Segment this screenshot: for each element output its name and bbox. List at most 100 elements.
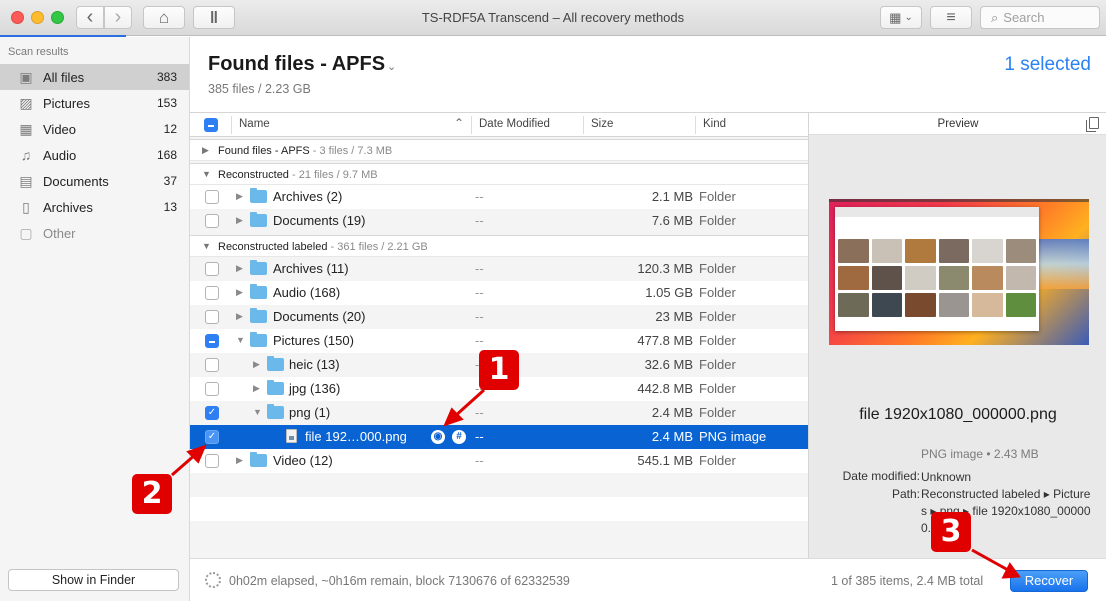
disclosure-down-icon[interactable]: ▼ (236, 335, 245, 345)
table-row[interactable]: ▶ Documents (20) -- 23 MB Folder (190, 305, 808, 329)
row-date: -- (475, 453, 484, 468)
recover-button[interactable]: Recover (1010, 570, 1088, 592)
row-name: Audio (168) (273, 285, 341, 300)
disclosure-right-icon[interactable]: ▶ (236, 215, 243, 226)
preview-thumbnail[interactable] (829, 199, 1089, 345)
group-row-found-files[interactable]: ▶ Found files - APFS - 3 files / 7.3 MB (190, 139, 808, 161)
disclosure-right-icon[interactable]: ▶ (236, 191, 243, 202)
check-icon: ✓ (207, 431, 217, 442)
app-window: ‹ › ⌂ ‖ TS-RDF5A Transcend – All recover… (0, 0, 1106, 601)
back-button[interactable]: ‹ (76, 6, 104, 29)
row-date: -- (475, 309, 484, 324)
row-checkbox[interactable] (205, 454, 219, 468)
sidebar-item-all-files[interactable]: ▣ All files 383 (0, 64, 189, 90)
column-kind[interactable]: Kind (703, 118, 726, 130)
selected-count[interactable]: 1 selected (1004, 54, 1091, 76)
group-row-reconstructed-labeled[interactable]: ▼ Reconstructed labeled - 361 files / 2.… (190, 235, 808, 257)
page-title[interactable]: Found files - APFS ⌄ (208, 53, 396, 76)
group-name: Found files - APFS (218, 145, 310, 157)
filter-button[interactable]: ≡ (930, 6, 972, 29)
scan-progress-text: 0h02m elapsed, ~0h16m remain, block 7130… (229, 574, 570, 588)
show-in-finder-button[interactable]: Show in Finder (8, 569, 179, 591)
group-name: Reconstructed labeled (218, 241, 328, 253)
eye-preview-icon[interactable]: ◉ (431, 430, 445, 444)
path-label: Path: (891, 487, 920, 501)
row-checkbox[interactable] (205, 358, 219, 372)
table-row[interactable]: ▶ Documents (19) -- 7.6 MB Folder (190, 209, 808, 233)
row-checkbox[interactable]: ✓ (205, 406, 219, 420)
column-date-modified[interactable]: Date Modified (479, 118, 550, 130)
row-checkbox[interactable]: ✓ (205, 430, 219, 444)
row-checkbox[interactable] (205, 190, 219, 204)
row-checkbox[interactable] (205, 286, 219, 300)
group-meta: - 3 files / 7.3 MB (309, 145, 393, 157)
sort-ascending-icon[interactable]: ⌃ (454, 116, 464, 130)
sidebar-item-audio[interactable]: ♫ Audio 168 (0, 142, 189, 168)
pictures-icon: ▨ (19, 94, 33, 111)
view-mode-button[interactable]: ▦ ⌄ (880, 6, 922, 29)
sidebar-item-video[interactable]: ▦ Video 12 (0, 116, 189, 142)
pause-button[interactable]: ‖ (193, 6, 235, 29)
chevron-left-icon: ‹ (86, 6, 94, 28)
disclosure-down-icon[interactable]: ▼ (253, 407, 262, 417)
table-header: Name ⌃ Date Modified Size Kind (190, 113, 808, 137)
copy-icon[interactable] (1086, 117, 1099, 132)
search-input[interactable]: ⌕ Search (980, 6, 1100, 29)
row-kind: Folder (699, 405, 736, 420)
row-name: heic (13) (289, 357, 340, 372)
thumbnail-image-grid (838, 239, 1036, 317)
minimize-window-button[interactable] (31, 11, 44, 24)
disclosure-right-icon[interactable]: ▶ (236, 287, 243, 298)
row-name: png (1) (289, 405, 331, 420)
forward-button[interactable]: › (104, 6, 132, 29)
folder-icon (250, 188, 267, 203)
annotation-badge-3: 3 (931, 512, 971, 552)
row-name: Archives (11) (273, 261, 349, 276)
empty-row (190, 473, 808, 497)
disclosure-right-icon[interactable]: ▶ (236, 311, 243, 322)
disclosure-right-icon[interactable]: ▶ (253, 383, 260, 394)
column-divider (471, 116, 472, 134)
disclosure-right-icon[interactable]: ▶ (253, 359, 260, 370)
thumbnail-browser (835, 207, 1039, 331)
thumb-tile (938, 293, 969, 317)
row-name: Documents (20) (273, 309, 366, 324)
select-all-checkbox[interactable] (204, 118, 218, 132)
row-size: 2.4 MB (651, 429, 693, 444)
row-checkbox[interactable] (205, 214, 219, 228)
thumb-tile (972, 293, 1003, 317)
sidebar-item-other[interactable]: ▢ Other (0, 220, 189, 246)
table-row[interactable]: ✓ ▼ png (1) -- 2.4 MB Folder (190, 401, 808, 425)
sidebar-item-documents[interactable]: ▤ Documents 37 (0, 168, 189, 194)
sidebar: Scan results ▣ All files 383 ▨ Pictures … (0, 37, 190, 601)
table-row[interactable]: ▶ Archives (11) -- 120.3 MB Folder (190, 257, 808, 281)
row-checkbox[interactable] (205, 382, 219, 396)
close-window-button[interactable] (11, 11, 24, 24)
hash-icon[interactable]: # (452, 430, 466, 444)
row-date: -- (475, 261, 484, 276)
search-icon: ⌕ (991, 9, 999, 25)
sidebar-item-archives[interactable]: ▯ Archives 13 (0, 194, 189, 220)
folder-icon (250, 308, 267, 323)
table-row[interactable]: ▶ Video (12) -- 545.1 MB Folder (190, 449, 808, 473)
disclosure-right-icon[interactable]: ▶ (202, 145, 209, 156)
group-row-reconstructed[interactable]: ▼ Reconstructed - 21 files / 9.7 MB (190, 163, 808, 185)
disclosure-right-icon[interactable]: ▶ (236, 455, 243, 466)
table-row[interactable]: ▶ Archives (2) -- 2.1 MB Folder (190, 185, 808, 209)
thumb-tile (938, 266, 969, 290)
sidebar-item-pictures[interactable]: ▨ Pictures 153 (0, 90, 189, 116)
column-size[interactable]: Size (591, 118, 613, 130)
disclosure-down-icon[interactable]: ▼ (202, 169, 211, 179)
row-checkbox[interactable] (205, 334, 219, 348)
row-checkbox[interactable] (205, 310, 219, 324)
disclosure-right-icon[interactable]: ▶ (236, 263, 243, 274)
folder-icon (250, 284, 267, 299)
table-row-selected[interactable]: ✓ file 192…000.png ◉ # -- 2.4 MB PNG ima… (190, 425, 808, 449)
zoom-window-button[interactable] (51, 11, 64, 24)
column-name[interactable]: Name (239, 118, 270, 130)
row-checkbox[interactable] (205, 262, 219, 276)
disclosure-down-icon[interactable]: ▼ (202, 241, 211, 251)
archive-zipper-icon: ▯ (22, 198, 30, 215)
table-row[interactable]: ▶ Audio (168) -- 1.05 GB Folder (190, 281, 808, 305)
home-button[interactable]: ⌂ (143, 6, 185, 29)
